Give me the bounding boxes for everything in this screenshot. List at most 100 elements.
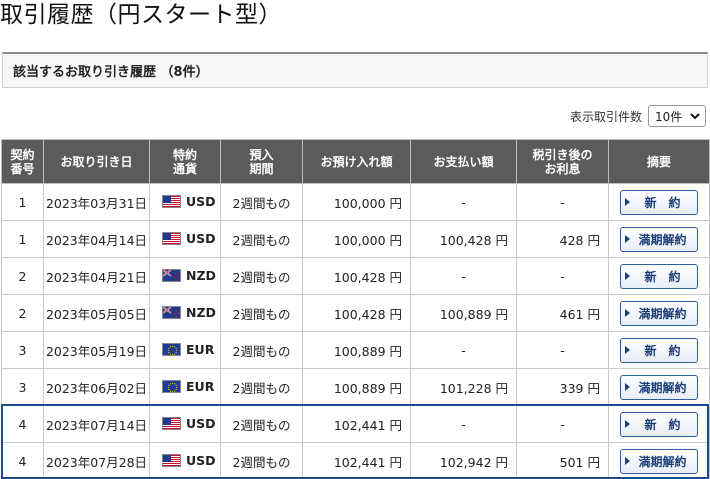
currency-code: USD (186, 415, 216, 431)
contract-no-cell: 4 (1, 405, 44, 443)
summary-button-label: 新 約 (644, 417, 681, 432)
arrow-right-icon (625, 272, 630, 280)
maturity-cancel-button[interactable]: 満期解約 (620, 374, 698, 400)
period-cell: 2週間もの (220, 257, 303, 295)
period-cell: 2週間もの (220, 294, 303, 332)
currency-code: NZD (186, 304, 216, 320)
payment-cell: - (410, 183, 517, 221)
interest-cell: 461 円 (516, 294, 609, 332)
header-date: お取り引き日 (43, 139, 150, 184)
currency-code: EUR (186, 378, 215, 394)
header-payment: お支払い額 (410, 139, 517, 184)
currency-code: USD (186, 193, 216, 209)
summary-cell: 満期解約 (608, 294, 710, 332)
table-row: 1 2023年04月14日 USD 2週間もの 100,000 円 100,428 円 42… (1, 220, 710, 258)
interest-cell: 501 円 (516, 442, 609, 479)
page-size-value: 10件 (655, 109, 683, 124)
currency-cell: USD (149, 220, 221, 258)
date-cell: 2023年03月31日 (43, 183, 150, 221)
period-cell: 2週間もの (220, 368, 303, 406)
date-cell: 2023年07月14日 (43, 405, 150, 443)
eu-flag-icon (162, 379, 181, 393)
maturity-cancel-button[interactable]: 満期解約 (620, 300, 698, 326)
period-cell: 2週間もの (220, 405, 303, 443)
contract-no-cell: 1 (1, 220, 44, 258)
summary-cell: 満期解約 (608, 368, 710, 406)
summary-button-label: 満期解約 (638, 454, 687, 469)
interest-cell: - (516, 257, 609, 295)
table-header-row: 契約 番号 お取り引き日 特約 通貨 預入 期間 お預け入れ額 お支払い額 税引き後の… (1, 139, 710, 184)
us-flag-icon (162, 416, 181, 430)
payment-cell: 100,889 円 (410, 294, 517, 332)
arrow-right-icon (625, 383, 630, 391)
period-cell: 2週間もの (220, 331, 303, 369)
deposit-cell: 100,000 円 (302, 183, 411, 221)
contract-no-cell: 1 (1, 183, 44, 221)
summary-cell: 新 約 (608, 405, 710, 443)
interest-cell: - (516, 331, 609, 369)
summary-cell: 新 約 (608, 331, 710, 369)
new-contract-button[interactable]: 新 約 (620, 337, 698, 363)
payment-cell: 102,942 円 (410, 442, 517, 479)
date-cell: 2023年04月14日 (43, 220, 150, 258)
page-size-select[interactable]: 10件 (648, 105, 706, 127)
period-cell: 2週間もの (220, 220, 303, 258)
contract-no-cell: 3 (1, 331, 44, 369)
maturity-cancel-button[interactable]: 満期解約 (620, 448, 698, 474)
us-flag-icon (162, 194, 181, 208)
interest-cell: - (516, 183, 609, 221)
contract-no-cell: 4 (1, 442, 44, 479)
currency-code: EUR (186, 341, 215, 357)
payment-cell: 100,428 円 (410, 220, 517, 258)
table-row: 3 2023年06月02日 EUR 2週間もの 100,889 円 101,228 円 33… (1, 368, 710, 406)
date-cell: 2023年07月28日 (43, 442, 150, 479)
result-count-label: 該当するお取り引き履歴 （8件） (13, 65, 209, 80)
period-cell: 2週間もの (220, 442, 303, 479)
contract-no-cell: 2 (1, 294, 44, 332)
date-cell: 2023年05月05日 (43, 294, 150, 332)
page-title: 取引履歴（円スタート型） (0, 2, 282, 28)
table-row: 4 2023年07月28日 USD 2週間もの 102,441 円 102,942 円 50… (1, 442, 710, 479)
deposit-cell: 100,889 円 (302, 331, 411, 369)
summary-button-label: 新 約 (644, 269, 681, 284)
payment-cell: - (410, 405, 517, 443)
deposit-cell: 100,000 円 (302, 220, 411, 258)
contract-no-cell: 2 (1, 257, 44, 295)
us-flag-icon (162, 453, 181, 467)
payment-cell: - (410, 257, 517, 295)
summary-cell: 満期解約 (608, 220, 710, 258)
nz-flag-icon (162, 268, 181, 282)
payment-cell: 101,228 円 (410, 368, 517, 406)
nz-flag-icon (162, 305, 181, 319)
interest-cell: 339 円 (516, 368, 609, 406)
transaction-history-table: 契約 番号 お取り引き日 特約 通貨 預入 期間 お預け入れ額 お支払い額 税引き後の… (1, 139, 710, 479)
header-interest: 税引き後の お利息 (516, 139, 609, 184)
summary-cell: 新 約 (608, 183, 710, 221)
deposit-cell: 100,428 円 (302, 294, 411, 332)
currency-cell: USD (149, 183, 221, 221)
payment-cell: - (410, 331, 517, 369)
header-deposit: お預け入れ額 (302, 139, 411, 184)
new-contract-button[interactable]: 新 約 (620, 189, 698, 215)
interest-cell: 428 円 (516, 220, 609, 258)
maturity-cancel-button[interactable]: 満期解約 (620, 226, 698, 252)
summary-button-label: 新 約 (644, 343, 681, 358)
currency-cell: NZD (149, 257, 221, 295)
header-period: 預入 期間 (220, 139, 303, 184)
table-row: 3 2023年05月19日 EUR 2週間もの 100,889 円--新 約 (1, 331, 710, 369)
currency-code: USD (186, 452, 216, 468)
new-contract-button[interactable]: 新 約 (620, 263, 698, 289)
currency-code: NZD (186, 267, 216, 283)
currency-cell: EUR (149, 331, 221, 369)
summary-button-label: 満期解約 (638, 380, 687, 395)
summary-cell: 満期解約 (608, 442, 710, 479)
deposit-cell: 102,441 円 (302, 442, 411, 479)
arrow-right-icon (625, 235, 630, 243)
page-size-control: 表示取引件数 10件 (570, 104, 706, 128)
currency-cell: USD (149, 405, 221, 443)
summary-cell: 新 約 (608, 257, 710, 295)
currency-code: USD (186, 230, 216, 246)
chevron-down-icon (690, 112, 700, 120)
date-cell: 2023年06月02日 (43, 368, 150, 406)
new-contract-button[interactable]: 新 約 (620, 411, 698, 437)
